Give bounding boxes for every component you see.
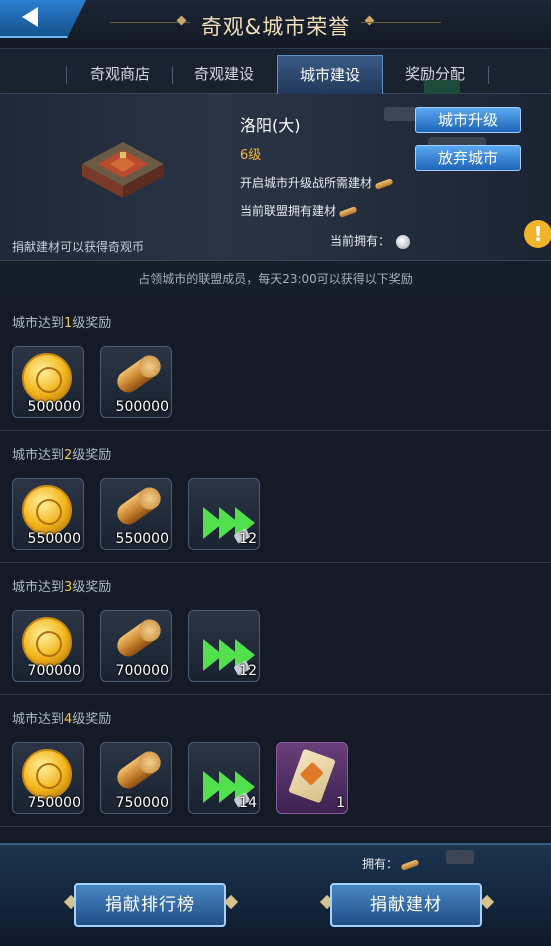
reward-section: 城市达到1级奖励 500000 500000 bbox=[0, 298, 551, 431]
item-quantity: 500000 bbox=[115, 399, 169, 415]
item-quantity: 1 bbox=[336, 795, 345, 811]
owned-materials-row: 拥有： bbox=[362, 855, 420, 872]
reward-section: 城市达到4级奖励 750000 750000 14 1 bbox=[0, 694, 551, 827]
wood-log-icon bbox=[113, 615, 165, 661]
tab-wonder-shop[interactable]: 奇观商店 bbox=[68, 55, 172, 93]
reward-section: 城市达到3级奖励 700000 700000 12 bbox=[0, 562, 551, 695]
title-ornament-right bbox=[361, 22, 441, 23]
alliance-materials-label: 当前联盟拥有建材 bbox=[240, 204, 337, 218]
item-quantity: 14 bbox=[239, 795, 257, 811]
tab-city-build[interactable]: 城市建设 bbox=[277, 55, 383, 94]
label-suffix: 级奖励 bbox=[72, 316, 112, 331]
label-prefix: 城市达到 bbox=[12, 580, 65, 595]
label-suffix: 级奖励 bbox=[72, 712, 112, 727]
wonder-coin-icon bbox=[396, 234, 411, 249]
alliance-materials-row: 当前联盟拥有建材 bbox=[240, 202, 358, 219]
city-upgrade-button[interactable]: 城市升级 bbox=[415, 107, 521, 133]
gold-coin-icon bbox=[22, 485, 72, 535]
item-quantity: 500000 bbox=[27, 399, 81, 415]
reward-item[interactable]: 550000 bbox=[12, 478, 84, 550]
item-quantity: 12 bbox=[239, 531, 257, 547]
label-suffix: 级奖励 bbox=[72, 448, 112, 463]
reward-item[interactable]: 1 bbox=[276, 742, 348, 814]
city-building-icon bbox=[82, 142, 164, 198]
current-coins-row: 当前拥有： bbox=[330, 232, 411, 249]
city-name: 洛阳(大) bbox=[240, 116, 301, 135]
reward-item[interactable]: 750000 bbox=[12, 742, 84, 814]
gold-coin-icon bbox=[22, 353, 72, 403]
label-suffix: 级奖励 bbox=[72, 580, 112, 595]
abandon-city-button[interactable]: 放弃城市 bbox=[415, 145, 521, 171]
button-ornament-icon bbox=[479, 894, 495, 910]
reward-item[interactable]: 550000 bbox=[100, 478, 172, 550]
wood-log-icon bbox=[338, 205, 358, 218]
tab-bar: 奇观商店 奇观建设 城市建设 奖励分配 bbox=[0, 49, 551, 94]
title-bar: 奇观&城市荣誉 bbox=[0, 0, 551, 49]
tab-separator bbox=[66, 66, 67, 84]
item-quantity: 750000 bbox=[115, 795, 169, 811]
reward-item[interactable]: 700000 bbox=[100, 610, 172, 682]
item-quantity: 750000 bbox=[27, 795, 81, 811]
item-quantity: 12 bbox=[239, 663, 257, 679]
reward-item[interactable]: 700000 bbox=[12, 610, 84, 682]
reward-item[interactable]: 14 bbox=[188, 742, 260, 814]
page-title: 奇观&城市荣誉 bbox=[200, 15, 351, 39]
item-quantity: 550000 bbox=[115, 531, 169, 547]
redacted-value bbox=[446, 850, 474, 864]
label-prefix: 城市达到 bbox=[12, 316, 65, 331]
reward-item[interactable]: 500000 bbox=[12, 346, 84, 418]
info-alert-icon[interactable]: ! bbox=[524, 220, 551, 248]
wood-log-icon bbox=[113, 483, 165, 529]
owned-materials-label: 拥有： bbox=[362, 857, 399, 871]
reward-section-label: 城市达到2级奖励 bbox=[12, 444, 111, 463]
required-materials-label: 开启城市升级战所需建材 bbox=[240, 176, 373, 190]
reward-item[interactable]: 12 bbox=[188, 478, 260, 550]
reward-item[interactable]: 750000 bbox=[100, 742, 172, 814]
gold-coin-icon bbox=[22, 749, 72, 799]
donation-hint: 捐献建材可以获得奇观币 bbox=[12, 240, 145, 254]
item-quantity: 550000 bbox=[27, 531, 81, 547]
redacted-value bbox=[424, 80, 460, 94]
reward-section-label: 城市达到3级奖励 bbox=[12, 576, 111, 595]
reward-section: 城市达到2级奖励 550000 550000 12 bbox=[0, 430, 551, 563]
reward-item[interactable]: 500000 bbox=[100, 346, 172, 418]
current-coins-label: 当前拥有： bbox=[330, 234, 391, 248]
scroll-icon bbox=[288, 748, 336, 804]
donation-ranking-button[interactable]: 捐献排行榜 bbox=[74, 883, 226, 927]
wood-log-icon bbox=[113, 747, 165, 793]
required-materials-row: 开启城市升级战所需建材 bbox=[240, 174, 394, 191]
wood-log-icon bbox=[400, 858, 420, 871]
city-level: 6级 bbox=[240, 148, 262, 163]
item-quantity: 700000 bbox=[27, 663, 81, 679]
label-prefix: 城市达到 bbox=[12, 712, 65, 727]
reward-notice: 占领城市的联盟成员，每天23:00可以获得以下奖励 bbox=[0, 262, 551, 296]
tab-wonder-build[interactable]: 奇观建设 bbox=[172, 55, 276, 93]
reward-section-label: 城市达到4级奖励 bbox=[12, 708, 111, 727]
reward-item[interactable]: 12 bbox=[188, 610, 260, 682]
donate-materials-button[interactable]: 捐献建材 bbox=[330, 883, 482, 927]
tab-separator bbox=[488, 66, 489, 84]
reward-section-label: 城市达到1级奖励 bbox=[12, 312, 111, 331]
button-ornament-icon bbox=[223, 894, 239, 910]
gold-coin-icon bbox=[22, 617, 72, 667]
label-prefix: 城市达到 bbox=[12, 448, 65, 463]
item-quantity: 700000 bbox=[115, 663, 169, 679]
wood-log-icon bbox=[374, 177, 394, 190]
wood-log-icon bbox=[113, 351, 165, 397]
